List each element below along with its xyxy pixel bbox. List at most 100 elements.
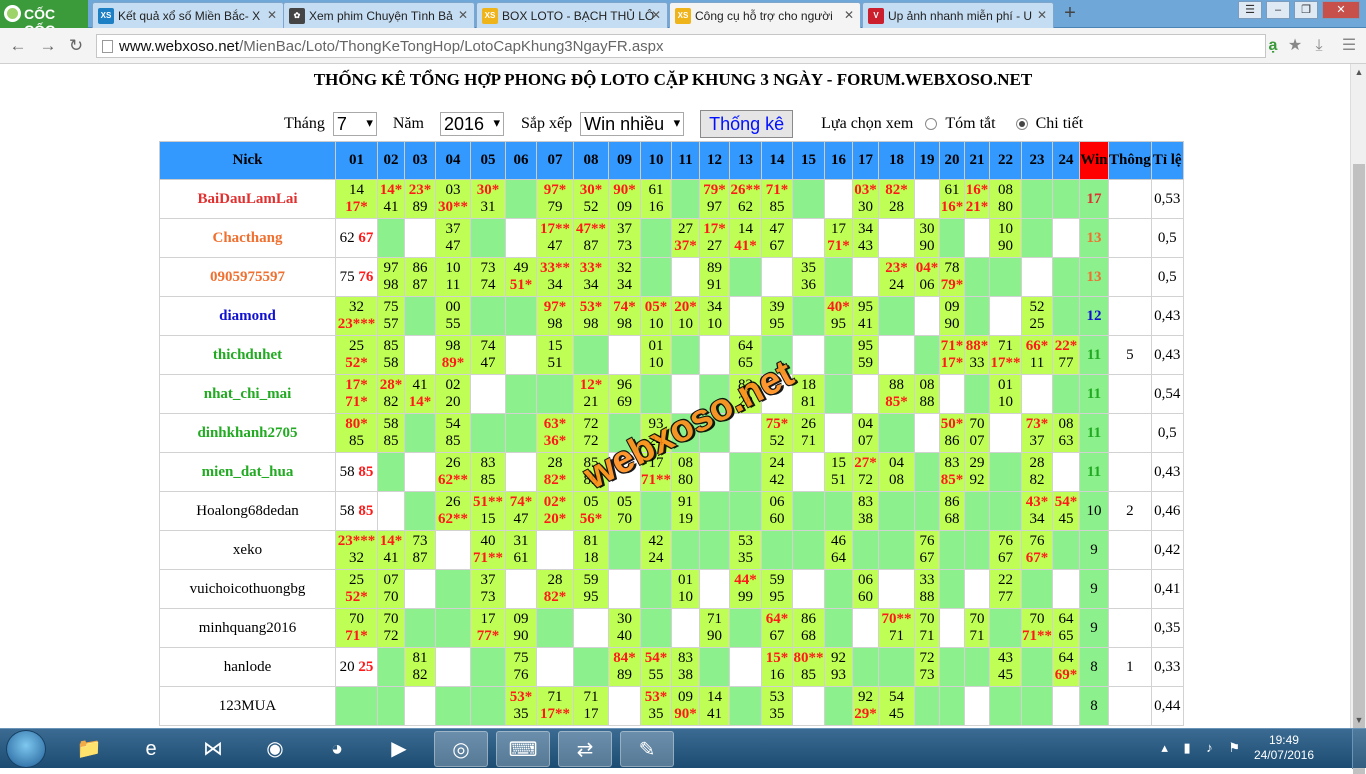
detail-radio-label[interactable]: Chi tiết xyxy=(1036,115,1084,133)
day-cell xyxy=(824,257,853,297)
folder-icon[interactable]: 📁 xyxy=(62,731,116,767)
day-cell xyxy=(989,608,1022,648)
detail-radio[interactable] xyxy=(1015,118,1028,130)
day-cell: 07 70 xyxy=(377,569,405,609)
day-cell: 25 52* xyxy=(335,335,378,375)
day-cell xyxy=(435,530,471,570)
tile-cell: 0,43 xyxy=(1150,452,1184,492)
tab-4[interactable]: V Up ảnh nhanh miễn phí - U ✕ xyxy=(862,2,1054,28)
nick-cell[interactable]: Chacthang xyxy=(159,218,336,258)
page-title: THỐNG KÊ TỔNG HỢP PHONG ĐỘ LOTO CẶP KHUN… xyxy=(313,70,1033,89)
back-icon[interactable]: ← xyxy=(6,34,30,58)
download-icon[interactable]: ⤓ xyxy=(1308,34,1330,58)
chrome-icon[interactable]: ◉ xyxy=(248,731,302,767)
day-cell: 30 40 xyxy=(608,608,641,648)
sort-select[interactable]: Win nhiều xyxy=(580,112,685,136)
firefox-icon[interactable]: ◕ xyxy=(310,731,364,767)
tab-title: Up ảnh nhanh miễn phí - U xyxy=(888,9,1033,23)
url-input[interactable]: www.webxoso.net/MienBac/Loto/ThongKeTong… xyxy=(96,34,1266,58)
nick-cell[interactable]: BaiDauLamLai xyxy=(159,179,336,219)
month-select[interactable]: 7 xyxy=(332,112,377,136)
day-cell: 33* 34 xyxy=(573,257,609,297)
nick-cell[interactable]: thichduhet xyxy=(159,335,336,375)
summary-radio-label[interactable]: Tóm tắt xyxy=(945,115,995,133)
menu-button[interactable]: ☰ xyxy=(1238,1,1262,19)
scroll-up-icon[interactable]: ▲ xyxy=(1351,64,1366,80)
day-cell: 78 79* xyxy=(939,257,965,297)
nick-cell[interactable]: mien_dat_hua xyxy=(159,452,336,492)
tab-close-icon[interactable]: ✕ xyxy=(651,8,661,22)
day-cell xyxy=(335,686,378,726)
day-cell xyxy=(1021,374,1053,414)
restore-button[interactable]: ❐ xyxy=(1294,1,1318,19)
thong-cell xyxy=(1108,374,1152,414)
nick-cell[interactable]: vuichoicothuongbg xyxy=(159,569,336,609)
nick-cell[interactable]: minhquang2016 xyxy=(159,608,336,648)
tab-close-icon[interactable]: ✕ xyxy=(844,8,854,22)
thong-ke-button[interactable]: Thống kê xyxy=(700,110,794,138)
vertical-scrollbar[interactable]: ▲ ▼ xyxy=(1350,64,1366,774)
show-desktop-button[interactable] xyxy=(1352,729,1366,769)
day-cell: 75* 52 xyxy=(761,413,793,453)
tab-favicon-icon: ✿ xyxy=(289,8,305,24)
coccoc-icon[interactable]: ◎ xyxy=(434,731,488,767)
scroll-down-icon[interactable]: ▼ xyxy=(1351,712,1366,728)
tab-close-icon[interactable]: ✕ xyxy=(1037,8,1047,22)
win-cell: 12 xyxy=(1079,296,1109,336)
reload-icon[interactable]: ↻ xyxy=(64,34,88,58)
day-cell: 29 92 xyxy=(964,452,990,492)
notepad-icon[interactable]: ✎ xyxy=(620,731,674,767)
scroll-thumb[interactable] xyxy=(1353,164,1365,774)
table-row: Hoalong68dedan 58 85 26 62** 51** 15 74* 47 02* 2… xyxy=(159,491,1184,531)
nick-cell[interactable]: hanlode xyxy=(159,647,336,687)
settings-icon[interactable]: ☰ xyxy=(1338,34,1360,58)
table-row: nhat_chi_mai 17* 71* 28* 82 41 14* 02 20 12* 21 96 6… xyxy=(159,374,1184,414)
clock[interactable]: 19:49 24/07/2016 xyxy=(1254,733,1314,763)
system-tray-icons[interactable]: ▴ ▮ ♪ ⚑ xyxy=(1161,740,1246,756)
new-tab-button[interactable]: + xyxy=(1060,3,1080,23)
day-cell: 88* 33 xyxy=(964,335,990,375)
tab-0[interactable]: XS Kết quả xổ số Miền Bắc- X ✕ xyxy=(92,2,284,28)
page-content: THỐNG KÊ TỔNG HỢP PHONG ĐỘ LOTO CẶP KHUN… xyxy=(0,64,1350,728)
nick-cell[interactable]: 0905975597 xyxy=(159,257,336,297)
nick-cell[interactable]: xeko xyxy=(159,530,336,570)
keyboard-icon[interactable]: ⌨ xyxy=(496,731,550,767)
coccoc-translate-icon[interactable]: ạ xyxy=(1262,34,1284,58)
tab-close-icon[interactable]: ✕ xyxy=(458,8,468,22)
day-cell: 05* 10 xyxy=(640,296,672,336)
address-bar-row: ← → ↻ www.webxoso.net/MienBac/Loto/Thong… xyxy=(0,28,1366,64)
media-icon[interactable]: ▶ xyxy=(372,731,426,767)
nick-cell[interactable]: Hoalong68dedan xyxy=(159,491,336,531)
day-cell: 81 18 xyxy=(573,530,609,570)
day-cell: 15 51 xyxy=(536,335,574,375)
tab-2[interactable]: XS BOX LOTO - BẠCH THỦ LÔ ✕ xyxy=(476,2,668,28)
nick-cell[interactable]: nhat_chi_mai xyxy=(159,374,336,414)
nick-cell[interactable]: 123MUA xyxy=(159,686,336,726)
day-cell xyxy=(792,335,825,375)
nick-cell[interactable]: diamond xyxy=(159,296,336,336)
day-cell xyxy=(792,179,825,219)
day-cell: 89 91 xyxy=(699,257,730,297)
vs-icon[interactable]: ⋈ xyxy=(186,731,240,767)
bookmark-star-icon[interactable]: ★ xyxy=(1284,34,1306,58)
ie-icon[interactable]: e xyxy=(124,731,178,767)
day-cell: 02 20 xyxy=(435,374,471,414)
close-window-button[interactable]: ✕ xyxy=(1322,1,1360,19)
minimize-button[interactable]: – xyxy=(1266,1,1290,19)
day-cell xyxy=(573,647,609,687)
coccoc-logo[interactable]: CỐC CỐC xyxy=(0,0,88,38)
year-select[interactable]: 2016 xyxy=(439,112,504,136)
forward-icon[interactable]: → xyxy=(36,34,60,58)
start-button[interactable] xyxy=(6,730,46,768)
nick-cell[interactable]: dinhkhanh2705 xyxy=(159,413,336,453)
day-cell: 70 71 xyxy=(914,608,940,648)
teamviewer-icon[interactable]: ⇄ xyxy=(558,731,612,767)
tab-close-icon[interactable]: ✕ xyxy=(267,8,277,22)
summary-radio[interactable] xyxy=(925,118,938,130)
day-cell: 06 60 xyxy=(761,491,793,531)
tab-1[interactable]: ✿ Xem phim Chuyện Tình Bả ✕ xyxy=(283,2,475,28)
tile-cell: 0,5 xyxy=(1150,257,1184,297)
tab-3[interactable]: XS Công cụ hỗ trợ cho người ✕ xyxy=(669,2,861,28)
day-cell xyxy=(699,647,730,687)
day-cell xyxy=(989,296,1022,336)
